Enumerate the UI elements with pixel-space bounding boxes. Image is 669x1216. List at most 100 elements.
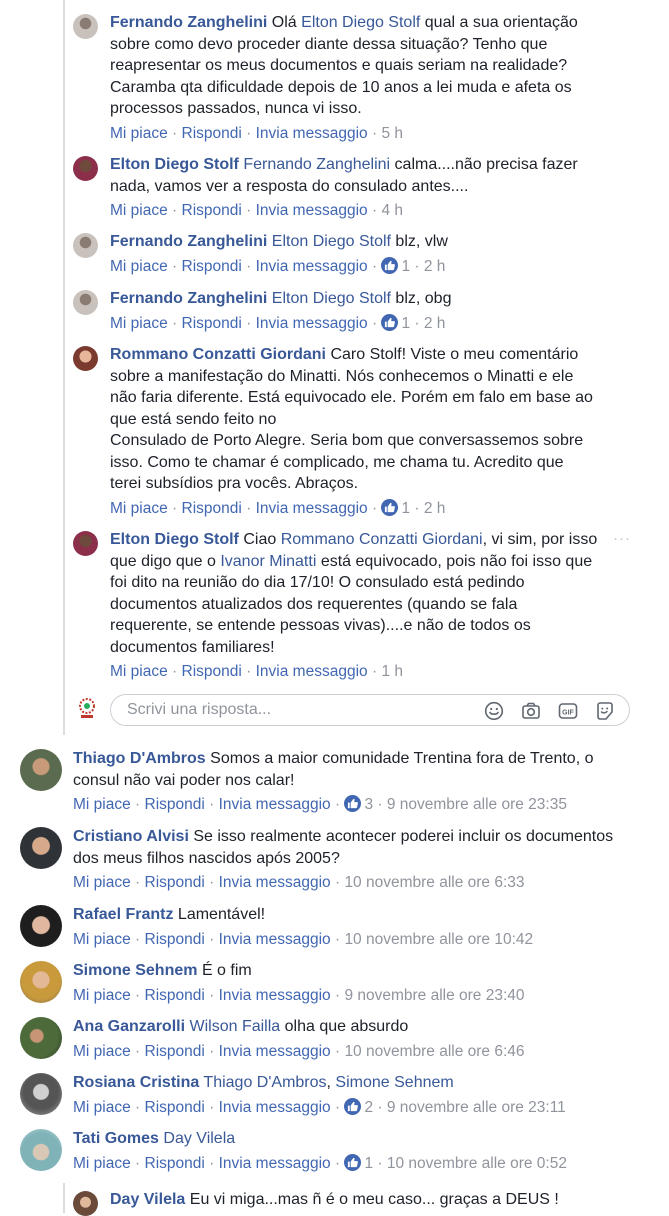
timestamp[interactable]: 5 h xyxy=(381,125,403,142)
timestamp[interactable]: 10 novembre alle ore 0:52 xyxy=(387,1155,567,1172)
like-reaction-icon[interactable] xyxy=(381,256,399,274)
avatar[interactable] xyxy=(20,827,62,869)
send-message-link[interactable]: Invia messaggio xyxy=(256,663,368,680)
avatar[interactable] xyxy=(73,233,98,258)
reaction-count[interactable]: 1 xyxy=(401,315,410,332)
mention-link[interactable]: Elton Diego Stolf xyxy=(272,290,391,307)
avatar[interactable] xyxy=(73,531,98,556)
mention-link[interactable]: Day Vilela xyxy=(163,1130,235,1147)
like-link[interactable]: Mi piace xyxy=(73,1043,131,1060)
reply-input[interactable] xyxy=(125,700,459,720)
avatar[interactable] xyxy=(20,905,62,947)
avatar[interactable] xyxy=(20,961,62,1003)
send-message-link[interactable]: Invia messaggio xyxy=(256,258,368,275)
mention-link[interactable]: Thiago D'Ambros xyxy=(203,1074,326,1091)
timestamp[interactable]: 9 novembre alle ore 23:40 xyxy=(344,987,524,1004)
send-message-link[interactable]: Invia messaggio xyxy=(219,987,331,1004)
commenter-name[interactable]: Elton Diego Stolf xyxy=(110,156,239,173)
mention-link[interactable]: Simone Sehnem xyxy=(335,1074,453,1091)
timestamp[interactable]: 2 h xyxy=(424,500,446,517)
timestamp[interactable]: 4 h xyxy=(381,202,403,219)
avatar[interactable] xyxy=(73,156,98,181)
reply-link[interactable]: Rispondi xyxy=(145,1155,205,1172)
reply-link[interactable]: Rispondi xyxy=(145,931,205,948)
reaction-count[interactable]: 1 xyxy=(364,1155,373,1172)
send-message-link[interactable]: Invia messaggio xyxy=(256,315,368,332)
timestamp[interactable]: 2 h xyxy=(424,258,446,275)
timestamp[interactable]: 9 novembre alle ore 23:11 xyxy=(387,1099,566,1116)
reply-link[interactable]: Rispondi xyxy=(182,315,242,332)
send-message-link[interactable]: Invia messaggio xyxy=(219,1099,331,1116)
reply-link[interactable]: Rispondi xyxy=(145,1043,205,1060)
reply-link[interactable]: Rispondi xyxy=(145,796,205,813)
avatar[interactable] xyxy=(20,1017,62,1059)
mention-link[interactable]: Elton Diego Stolf xyxy=(272,233,391,250)
reaction-count[interactable]: 1 xyxy=(401,500,410,517)
reaction-count[interactable]: 3 xyxy=(364,796,373,813)
reply-link[interactable]: Rispondi xyxy=(145,1099,205,1116)
commenter-name[interactable]: Fernando Zanghelini xyxy=(110,14,267,31)
commenter-name[interactable]: Rosiana Cristina xyxy=(73,1074,199,1091)
more-options-icon[interactable]: ··· xyxy=(613,530,631,547)
emoji-icon[interactable] xyxy=(484,701,504,721)
sticker-icon[interactable] xyxy=(595,701,615,721)
like-reaction-icon[interactable] xyxy=(344,795,362,812)
mention-link[interactable]: Fernando Zanghelini xyxy=(243,156,390,173)
reply-link[interactable]: Rispondi xyxy=(145,874,205,891)
avatar[interactable] xyxy=(20,1073,62,1115)
avatar[interactable] xyxy=(20,1129,62,1171)
timestamp[interactable]: 9 novembre alle ore 23:35 xyxy=(387,796,567,813)
commenter-name[interactable]: Cristiano Alvisi xyxy=(73,828,189,845)
send-message-link[interactable]: Invia messaggio xyxy=(219,1043,331,1060)
like-link[interactable]: Mi piace xyxy=(110,258,168,275)
commenter-name[interactable]: Simone Sehnem xyxy=(73,962,197,979)
commenter-name[interactable]: Tati Gomes xyxy=(73,1130,159,1147)
like-link[interactable]: Mi piace xyxy=(110,202,168,219)
avatar[interactable] xyxy=(73,346,98,371)
send-message-link[interactable]: Invia messaggio xyxy=(219,931,331,948)
timestamp[interactable]: 2 h xyxy=(424,315,446,332)
reaction-count[interactable]: 1 xyxy=(401,258,410,275)
like-reaction-icon[interactable] xyxy=(344,1097,362,1115)
avatar[interactable] xyxy=(73,14,98,39)
reply-link[interactable]: Rispondi xyxy=(145,987,205,1004)
mention-link[interactable]: Wilson Failla xyxy=(189,1018,280,1035)
like-link[interactable]: Mi piace xyxy=(110,663,168,680)
like-reaction-icon[interactable] xyxy=(344,1153,362,1171)
reply-link[interactable]: Rispondi xyxy=(182,500,242,517)
send-message-link[interactable]: Invia messaggio xyxy=(256,202,368,219)
commenter-name[interactable]: Fernando Zanghelini xyxy=(110,290,267,307)
commenter-name[interactable]: Day Vilela xyxy=(110,1191,185,1208)
reaction-count[interactable]: 2 xyxy=(364,1099,373,1116)
like-link[interactable]: Mi piace xyxy=(110,125,168,142)
reply-link[interactable]: Rispondi xyxy=(182,202,242,219)
commenter-name[interactable]: Elton Diego Stolf xyxy=(110,531,239,548)
timestamp[interactable]: 10 novembre alle ore 6:33 xyxy=(344,874,524,891)
avatar[interactable] xyxy=(73,290,98,315)
send-message-link[interactable]: Invia messaggio xyxy=(219,796,331,813)
gif-icon[interactable]: GIF xyxy=(558,701,578,721)
timestamp[interactable]: 10 novembre alle ore 10:42 xyxy=(344,931,533,948)
mention-link[interactable]: Elton Diego Stolf xyxy=(301,14,420,31)
reply-link[interactable]: Rispondi xyxy=(182,125,242,142)
like-link[interactable]: Mi piace xyxy=(73,931,131,948)
timestamp[interactable]: 1 h xyxy=(381,663,403,680)
like-reaction-icon[interactable] xyxy=(381,498,399,516)
like-link[interactable]: Mi piace xyxy=(73,1099,131,1116)
send-message-link[interactable]: Invia messaggio xyxy=(219,1155,331,1172)
commenter-name[interactable]: Rafael Frantz xyxy=(73,906,173,923)
reply-link[interactable]: Rispondi xyxy=(182,258,242,275)
send-message-link[interactable]: Invia messaggio xyxy=(256,500,368,517)
like-link[interactable]: Mi piace xyxy=(73,874,131,891)
avatar[interactable] xyxy=(20,749,62,791)
commenter-name[interactable]: Rommano Conzatti Giordani xyxy=(110,346,326,363)
reply-link[interactable]: Rispondi xyxy=(182,663,242,680)
commenter-name[interactable]: Thiago D'Ambros xyxy=(73,750,206,767)
mention-link[interactable]: Rommano Conzatti Giordani xyxy=(281,531,483,548)
commenter-name[interactable]: Fernando Zanghelini xyxy=(110,233,267,250)
send-message-link[interactable]: Invia messaggio xyxy=(219,874,331,891)
like-link[interactable]: Mi piace xyxy=(73,987,131,1004)
like-reaction-icon[interactable] xyxy=(381,313,399,331)
avatar[interactable] xyxy=(73,1191,98,1216)
camera-icon[interactable] xyxy=(521,701,541,721)
